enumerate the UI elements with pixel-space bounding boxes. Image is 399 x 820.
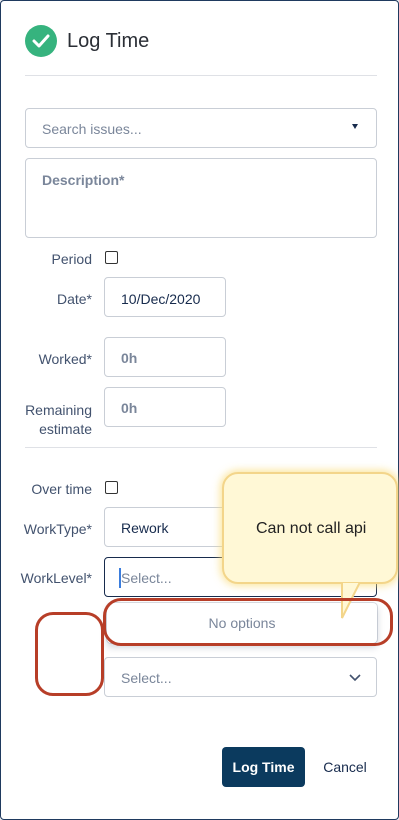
annotation-callout: Can not call api	[222, 472, 398, 584]
overtime-label: Over time	[31, 481, 92, 497]
callout-text: Can not call api	[256, 520, 367, 537]
remaining-estimate-input[interactable]: 0h	[104, 387, 226, 427]
worktype-value: Rework	[121, 520, 169, 536]
annotation-highlight-no-options	[103, 598, 393, 646]
worked-input[interactable]: 0h	[104, 337, 226, 377]
worked-placeholder: 0h	[121, 350, 138, 366]
chevron-down-icon	[349, 674, 361, 682]
remaining-label-line1: Remaining	[25, 402, 92, 418]
cancel-button[interactable]: Cancel	[319, 747, 371, 787]
worklevel-label: WorkLevel*	[20, 570, 92, 586]
section-divider	[25, 447, 377, 448]
worktype-label: WorkType*	[23, 521, 92, 537]
dialog-header: Log Time	[25, 25, 149, 57]
log-time-dialog: Log Time Search issues... Description* P…	[0, 0, 399, 820]
search-issues-select[interactable]: Search issues...	[25, 108, 377, 148]
date-value: 10/Dec/2020	[121, 291, 201, 307]
remaining-label: Remaining estimate	[25, 401, 92, 439]
remaining-placeholder: 0h	[121, 400, 138, 416]
extra-select-placeholder: Select...	[121, 670, 172, 686]
overtime-checkbox[interactable]	[105, 481, 118, 494]
caret-down-icon	[352, 124, 358, 129]
header-divider	[25, 75, 377, 76]
date-label: Date*	[56, 291, 92, 307]
log-time-button[interactable]: Log Time	[222, 747, 305, 787]
extra-select[interactable]: Select...	[104, 657, 377, 697]
annotation-highlight-missing-label	[35, 612, 104, 696]
success-check-icon	[25, 25, 57, 57]
worklevel-placeholder: Select...	[121, 570, 172, 586]
description-textarea[interactable]: Description*	[25, 158, 377, 238]
period-checkbox[interactable]	[105, 251, 118, 264]
search-issues-placeholder: Search issues...	[42, 121, 142, 137]
date-input[interactable]: 10/Dec/2020	[104, 277, 226, 317]
period-label: Period	[51, 251, 92, 267]
description-placeholder: Description*	[42, 172, 125, 188]
remaining-label-line2: estimate	[39, 421, 92, 437]
dialog-title: Log Time	[67, 29, 150, 52]
worked-label: Worked*	[38, 351, 92, 367]
